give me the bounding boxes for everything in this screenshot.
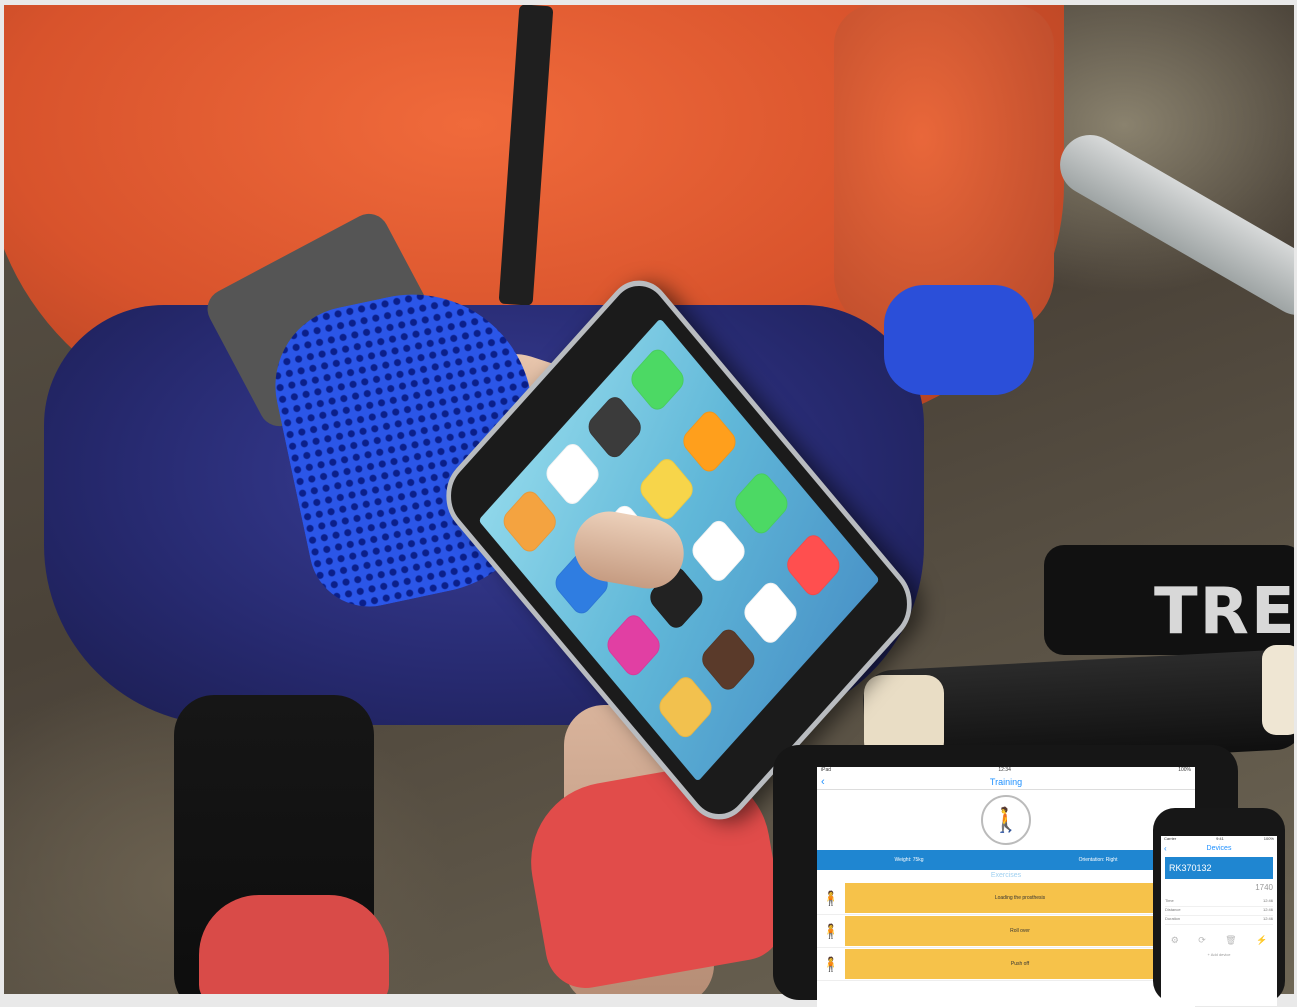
app-icon[interactable] [584, 392, 646, 463]
app-icon[interactable] [678, 406, 740, 477]
list-item-value: 12:46 [1262, 916, 1273, 921]
list-item: Distance 12:46 [1165, 907, 1273, 916]
training-icon-area: 🚶 [817, 790, 1195, 850]
app-icon[interactable] [603, 610, 664, 681]
exercise-row[interactable]: 🧍 Roll over [817, 915, 1195, 948]
status-battery: 100% [1178, 767, 1191, 773]
list-item-label: Duration [1165, 916, 1181, 921]
list-item: Time 12:46 [1165, 898, 1273, 907]
photos-app-icon[interactable] [688, 516, 749, 586]
page-title: Training [989, 777, 1023, 787]
exercise-label: Push off [845, 949, 1195, 979]
bolt-icon[interactable]: ⚡ [1256, 935, 1267, 946]
page-title: Devices [1206, 845, 1232, 852]
app-icon[interactable] [782, 530, 844, 601]
app-icon[interactable] [541, 439, 603, 510]
weight-label: Weight: 75kg [894, 857, 924, 863]
back-chevron-icon[interactable]: ‹ [1164, 843, 1167, 855]
red-shoe-left [199, 895, 389, 994]
blue-glove-right [884, 285, 1034, 395]
app-icon[interactable] [655, 672, 716, 743]
settings-icon[interactable]: ⚙ [1171, 935, 1179, 946]
back-chevron-icon[interactable]: ‹ [821, 776, 825, 788]
trash-icon[interactable]: 🗑 [1225, 935, 1236, 946]
person-icon: 🧍 [822, 955, 840, 972]
phone-screen: Carrier 9:41 100% ‹ Devices RK370132 174… [1161, 836, 1277, 1006]
list-item-label: Time [1165, 898, 1174, 903]
bike-brand-text: TRE [1154, 575, 1294, 649]
status-carrier: iPad [821, 767, 832, 773]
app-icon[interactable] [697, 625, 759, 695]
messages-app-icon[interactable] [730, 468, 792, 539]
device-name: RK370132 [1169, 863, 1212, 873]
exercise-row[interactable]: 🧍 Loading the prosthesis [817, 882, 1195, 915]
status-time: 9:41 [1216, 836, 1224, 841]
tablet-screen: iPad 12:34 100% ‹ Training 🚶 Weight: 75k… [817, 767, 1195, 1007]
add-device-button[interactable]: + Add device [1161, 952, 1277, 957]
grip-end-right [1262, 645, 1294, 735]
exercise-label: Roll over [845, 916, 1195, 946]
list-item: Duration 12:46 [1165, 916, 1273, 925]
app-icon[interactable] [499, 486, 561, 557]
toolbar-icons: ⚙ ⟳ 🗑 ⚡ [1161, 935, 1277, 946]
info-bar: Weight: 75kg Orientation: Right [817, 850, 1195, 870]
sync-icon[interactable]: ⟳ [1198, 935, 1206, 946]
phone-app-icon[interactable] [626, 345, 688, 415]
nav-bar: ‹ Devices [1161, 843, 1277, 855]
nav-bar: ‹ Training [817, 775, 1195, 790]
bike-top-tube [1049, 124, 1294, 326]
exercise-row[interactable]: 🧍 Push off [817, 948, 1195, 981]
person-icon: 🧍 [822, 889, 840, 906]
orientation-label: Orientation: Right [1078, 857, 1118, 863]
status-time: 12:34 [998, 767, 1011, 773]
device-value: 1740 [1255, 883, 1273, 892]
device-card[interactable]: RK370132 [1165, 857, 1273, 879]
status-carrier: Carrier [1164, 836, 1177, 841]
exercise-label: Loading the prosthesis [845, 883, 1195, 913]
status-bar: iPad 12:34 100% [817, 767, 1195, 775]
phone-device: Carrier 9:41 100% ‹ Devices RK370132 174… [1153, 808, 1285, 1006]
notes-app-icon[interactable] [636, 454, 697, 524]
list-item-label: Distance [1165, 907, 1181, 912]
walking-person-icon: 🚶 [981, 795, 1031, 845]
list-item-value: 12:46 [1262, 907, 1273, 912]
section-header: Exercises [990, 872, 1022, 879]
stats-list: Time 12:46 Distance 12:46 Duration 12:46 [1161, 898, 1277, 925]
list-item-value: 12:46 [1262, 898, 1273, 903]
status-bar: Carrier 9:41 100% [1161, 836, 1277, 843]
app-icon[interactable] [740, 577, 801, 648]
status-battery: 100% [1263, 836, 1274, 841]
person-icon: 🧍 [822, 922, 840, 939]
